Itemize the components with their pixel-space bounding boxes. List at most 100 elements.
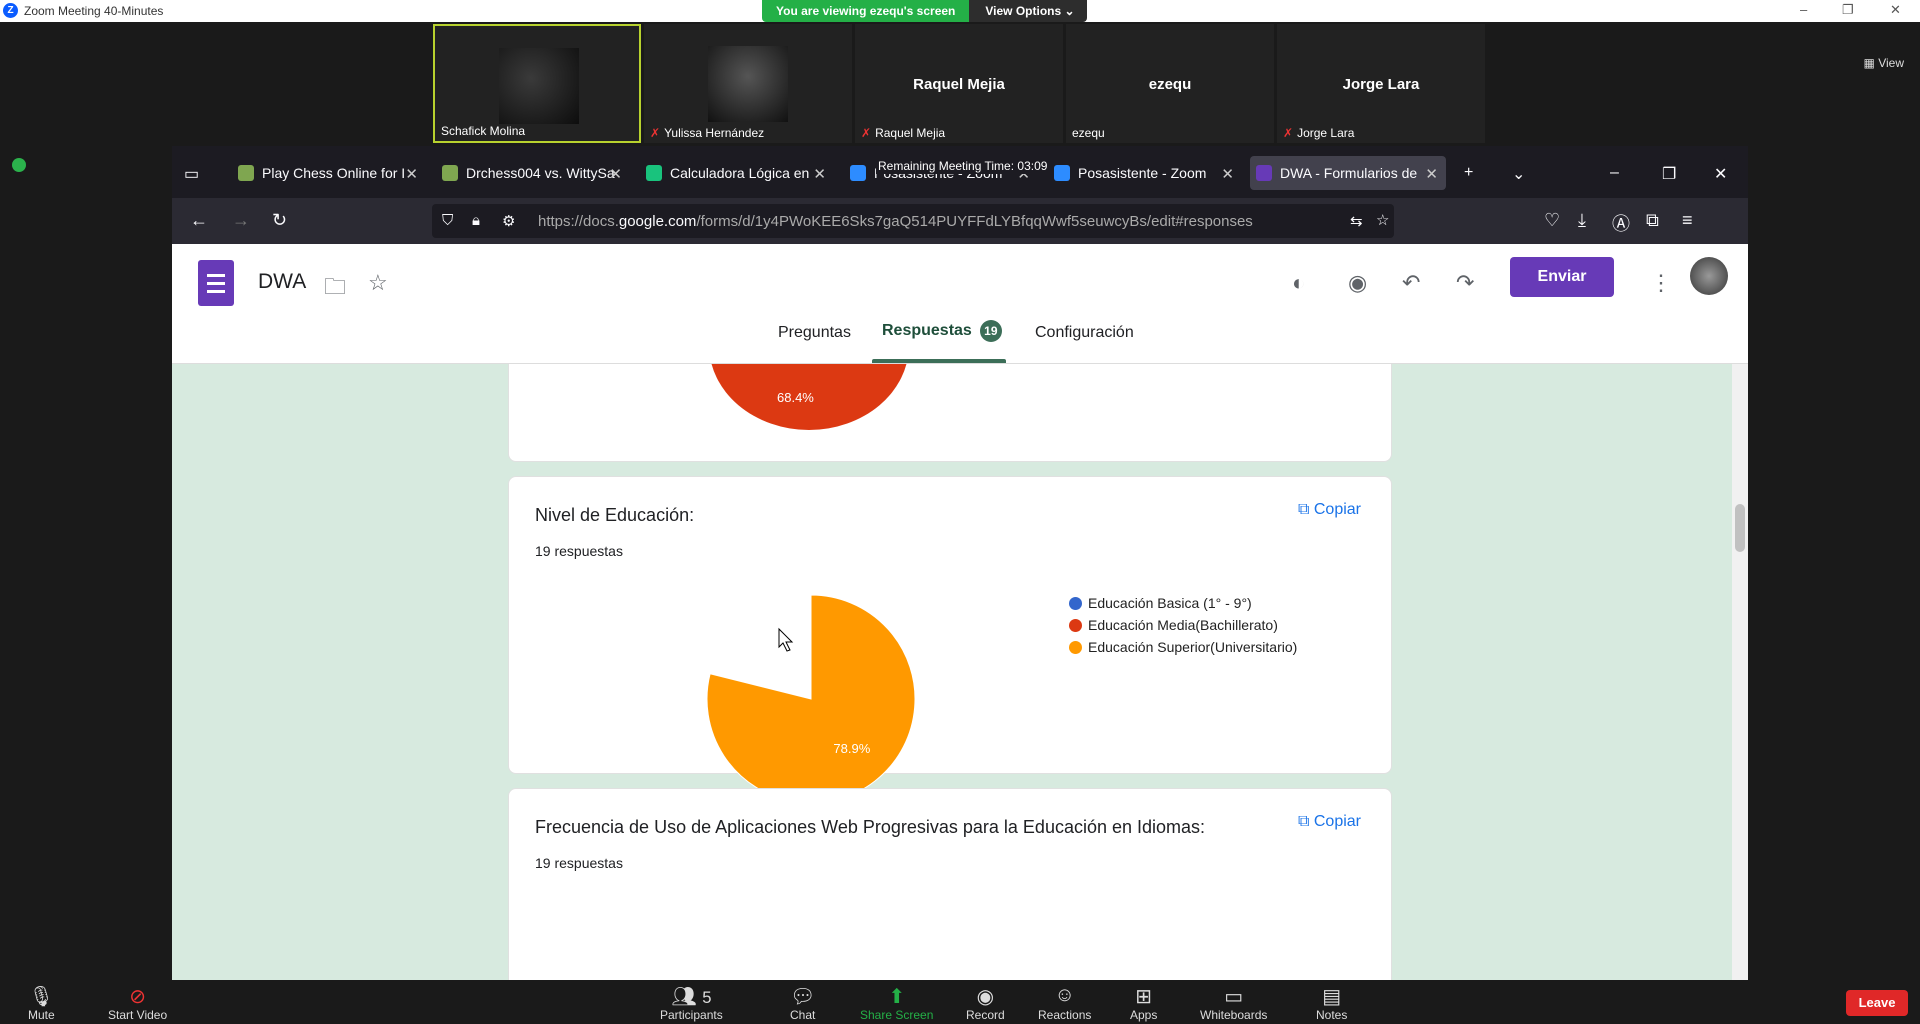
browser-tab-active[interactable]: DWA - Formularios de ✕ [1250,156,1446,190]
video-off-icon: ⊘ [129,986,146,1008]
record-icon: ◉ [976,986,995,1008]
apps-button[interactable]: ⊞ Apps [1130,984,1157,1022]
translate-icon[interactable]: ⇆ [1350,212,1363,230]
bookmark-star-icon[interactable]: ☆ [1376,211,1389,229]
participant-tile[interactable]: Schafick Molina [433,24,641,143]
redo-icon[interactable]: ↷ [1456,270,1474,296]
share-screen-button[interactable]: ⬆ Share Screen [860,984,933,1022]
tab-configuracion[interactable]: Configuración [1035,324,1134,342]
response-count: 19 respuestas [535,543,623,559]
view-button[interactable]: ▦ View [1864,56,1904,70]
participant-tile[interactable]: Jorge Lara ✗ Jorge Lara [1277,24,1485,143]
form-title[interactable]: DWA [258,270,306,294]
view-options-button[interactable]: View Options ⌄ [969,0,1087,22]
notes-icon: ▤ [1322,986,1342,1008]
record-button[interactable]: ◉ Record [966,984,1005,1022]
send-button[interactable]: Enviar [1510,257,1614,297]
remaining-time: Remaining Meeting Time: 03:09 [876,158,1050,174]
participant-big-name: ezequ [1148,76,1192,93]
response-card: 68.4% [508,364,1392,462]
palette-icon[interactable]: ◐ [1292,270,1305,296]
chess-icon [442,165,458,181]
reload-icon[interactable]: ↻ [272,210,287,231]
undo-icon[interactable]: ↶ [1402,270,1420,296]
copy-icon: ⧉ [1297,813,1310,830]
tab-respuestas[interactable]: Respuestas 19 [882,320,1002,342]
more-vert-icon[interactable]: ⋮ [1650,270,1672,296]
participants-button[interactable]: 👥︎ 5 Participants [660,984,723,1022]
back-icon[interactable]: ← [190,210,208,231]
permissions-icon: ⚙ [502,213,516,230]
leave-button[interactable]: Leave [1846,990,1908,1016]
apps-icon: ⊞ [1135,986,1153,1008]
star-icon[interactable]: ☆ [368,270,388,296]
chat-button[interactable]: 💬︎ Chat [790,984,815,1022]
close-icon[interactable]: ✕ [1714,164,1727,184]
legend-item[interactable]: Educación Media(Bachillerato) [1069,617,1297,633]
browser-tab[interactable]: Calculadora Lógica en ✕ [640,156,834,190]
new-tab-icon[interactable]: + [1464,164,1473,182]
participant-name: Raquel Mejia [875,126,946,140]
shared-browser-window: ▭ Play Chess Online for I ✕ Drchess004 vs… [172,146,1748,980]
tab-overview-icon[interactable]: ▭ [184,164,199,184]
encryption-shield-icon [12,158,26,172]
participant-tile[interactable]: Raquel Mejia ✗ Raquel Mejia [855,24,1063,143]
folder-icon[interactable]: 🗀 [324,270,346,308]
pie-chart-partial: 68.4% [711,364,907,430]
participant-gallery: ▦ View Schafick Molina ✗ Yulissa Hernánde… [0,22,1920,144]
zoom-icon [1054,165,1070,181]
copy-chart-button[interactable]: ⧉ Copiar [1298,813,1361,831]
copy-chart-button[interactable]: ⧉ Copiar [1298,501,1361,519]
close-tab-icon: ✕ [813,166,826,183]
participant-big-name: Raquel Mejia [913,76,1005,93]
responses-count-badge: 19 [979,320,1002,342]
notes-button[interactable]: ▤ Notes [1316,984,1347,1022]
browser-tabbar: ▭ Play Chess Online for I ✕ Drchess004 vs… [172,146,1748,198]
pocket-icon[interactable]: ♡ [1544,210,1560,231]
participant-tile[interactable]: ezequ ezequ [1066,24,1274,143]
zoom-logo-icon: Z [3,3,18,18]
education-pie-chart: 21.1%78.9% [706,594,916,804]
extensions-icon[interactable]: ⧉ [1646,210,1659,231]
pie-slice[interactable] [706,594,916,804]
active-tab-indicator [872,359,1006,363]
restore-icon[interactable]: ❐ [1662,164,1676,184]
legend-item[interactable]: Educación Superior(Universitario) [1069,639,1297,655]
reactions-button[interactable]: ☺ Reactions [1038,984,1091,1022]
mute-button[interactable]: 🎙︎ Mute [28,984,55,1022]
minimize-icon[interactable]: – [1610,164,1619,182]
browser-navbar: ← → ↻ ⛉ 🔒︎ ⚙ https://docs.google.com/for… [172,198,1748,244]
close-tab-icon: ✕ [1425,166,1438,183]
account-icon[interactable]: Ⓐ [1612,210,1630,236]
forward-icon[interactable]: → [232,210,250,231]
close-icon[interactable]: ✕ [1890,2,1901,18]
browser-tab[interactable]: Posasistente - Zoom✕ [1048,156,1242,190]
question-title: Nivel de Educación: [535,505,695,525]
legend-item[interactable]: Educación Basica (1° - 9°) [1069,595,1297,611]
download-icon[interactable]: ⤓ [1578,210,1586,231]
avatar[interactable] [1690,257,1728,295]
mic-muted-icon: ✗ [1283,126,1294,140]
video-feed [499,48,579,124]
tab-list-icon[interactable]: ⌄ [1512,164,1525,184]
whiteboards-button[interactable]: ▭ Whiteboards [1200,984,1267,1022]
share-banner: You are viewing ezequ's screen View Opti… [762,0,1087,22]
scrollbar[interactable] [1732,364,1748,980]
start-video-button[interactable]: ⊘ Start Video [108,984,167,1022]
response-count: 19 respuestas [535,855,623,871]
restore-icon[interactable]: ❐ [1842,2,1854,18]
zoom-toolbar: 🎙︎ Mute ⊘ Start Video 👥︎ 5 Participants 💬︎ C… [0,980,1920,1024]
participant-tile[interactable]: ✗ Yulissa Hernández [644,24,852,143]
google-forms-icon[interactable] [198,260,234,306]
chatgpt-icon [646,165,662,181]
menu-icon[interactable]: ≡ [1682,210,1693,231]
browser-tab[interactable]: Drchess004 vs. WittySa ✕ [436,156,630,190]
close-tab-icon: ✕ [1221,166,1234,183]
minimize-icon[interactable]: – [1800,2,1807,17]
browser-tab[interactable]: Play Chess Online for I ✕ [232,156,426,190]
preview-eye-icon[interactable]: ◉ [1348,270,1367,296]
scrollbar-thumb[interactable] [1735,504,1745,552]
chart-legend: Educación Basica (1° - 9°) Educación Med… [1069,595,1297,661]
tab-preguntas[interactable]: Preguntas [778,324,851,342]
address-bar[interactable]: ⛉ 🔒︎ ⚙ https://docs.google.com/forms/d/1… [432,204,1394,238]
